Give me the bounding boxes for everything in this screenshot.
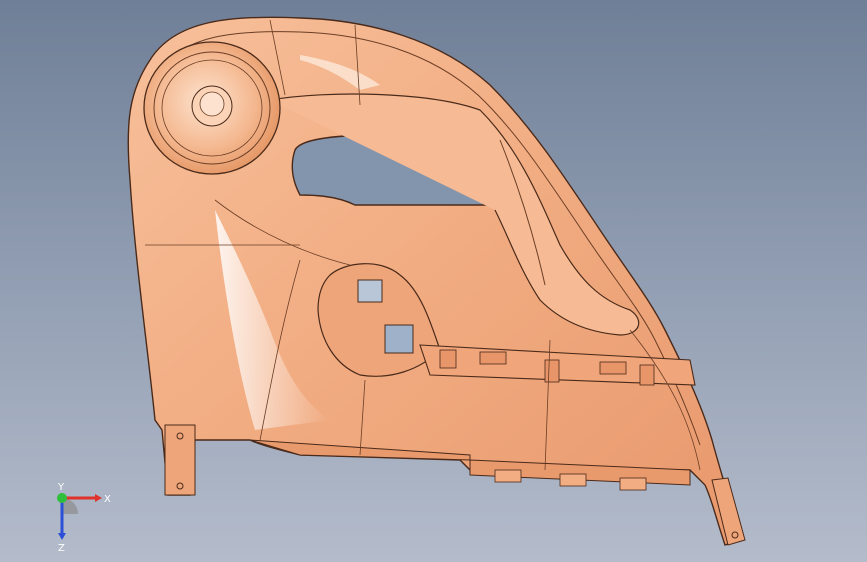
graphics-viewport[interactable]: X Y Z: [0, 0, 867, 562]
speaker-grille[interactable]: [143, 41, 281, 175]
x-axis-label: X: [104, 494, 111, 505]
3d-model-view[interactable]: [0, 0, 867, 562]
z-axis-label: Z: [58, 543, 65, 553]
coordinate-triad: X Y Z: [57, 482, 111, 553]
y-axis-label: Y: [57, 482, 65, 493]
y-axis-origin: [57, 493, 67, 503]
